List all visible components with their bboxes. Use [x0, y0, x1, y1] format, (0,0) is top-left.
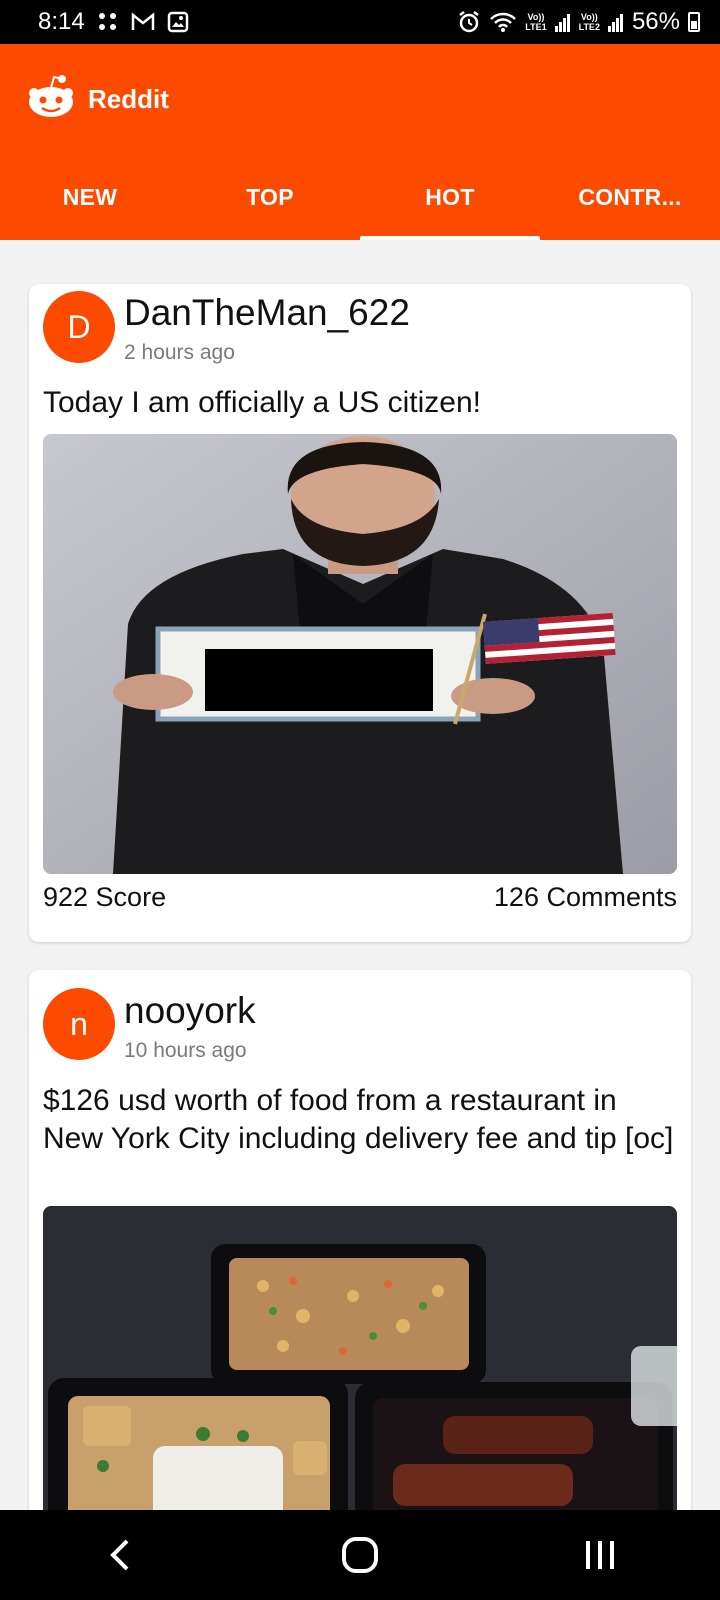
status-left: 8:14: [38, 8, 189, 36]
gmail-icon: [131, 12, 155, 32]
post-card[interactable]: n nooyork 10 hours ago $126 usd worth of…: [29, 970, 691, 1510]
tab-hot[interactable]: HOT: [360, 154, 540, 240]
system-nav-bar: [0, 1510, 720, 1600]
lte1-indicator: Vo)) LTE1: [525, 12, 546, 32]
volte-label: Vo)): [527, 12, 545, 22]
apps-notification-icon: [97, 11, 119, 33]
status-bar: 8:14 Vo)) LTE1 Vo)) LTE2 56%: [0, 0, 720, 44]
battery-icon: [688, 12, 700, 32]
reddit-logo-icon: [26, 74, 76, 125]
recents-icon: [586, 1541, 614, 1569]
post-feed[interactable]: D DanTheMan_622 2 hours ago Today I am o…: [0, 240, 720, 1510]
avatar[interactable]: n: [43, 988, 115, 1060]
brand: Reddit: [26, 74, 169, 125]
home-button[interactable]: [320, 1525, 400, 1585]
sort-tabs: NEW TOP HOT CONTR...: [0, 154, 720, 240]
wifi-icon: [489, 11, 517, 33]
lte2-label: LTE2: [578, 22, 600, 32]
post-card[interactable]: D DanTheMan_622 2 hours ago Today I am o…: [29, 284, 691, 942]
back-button[interactable]: [80, 1525, 160, 1585]
post-image[interactable]: [43, 434, 677, 874]
post-time: 10 hours ago: [124, 1039, 247, 1062]
app-title: Reddit: [88, 84, 169, 114]
app-bar: Reddit NEW TOP HOT CONTR...: [0, 44, 720, 240]
avatar[interactable]: D: [43, 291, 115, 363]
status-right: Vo)) LTE1 Vo)) LTE2 56%: [457, 8, 700, 36]
tab-controversial[interactable]: CONTR...: [540, 154, 720, 240]
status-time: 8:14: [38, 8, 85, 35]
home-icon: [342, 1537, 378, 1573]
tab-top[interactable]: TOP: [180, 154, 360, 240]
back-icon: [110, 1539, 129, 1571]
volte-label-2: Vo)): [580, 12, 598, 22]
post-score: 922 Score: [43, 882, 167, 912]
alarm-icon: [457, 10, 481, 34]
lte1-label: LTE1: [525, 22, 547, 32]
post-title[interactable]: Today I am officially a US citizen!: [43, 384, 677, 422]
battery-percent: 56%: [631, 8, 680, 35]
lte2-indicator: Vo)) LTE2: [579, 12, 600, 32]
post-title[interactable]: $126 usd worth of food from a restaurant…: [43, 1082, 677, 1158]
signal-icon-1: [554, 12, 571, 32]
post-footer: 922 Score 126 Comments: [43, 882, 677, 913]
recents-button[interactable]: [560, 1525, 640, 1585]
post-time: 2 hours ago: [124, 341, 235, 364]
post-comments[interactable]: 126 Comments: [494, 882, 677, 913]
post-username[interactable]: DanTheMan_622: [124, 292, 410, 334]
post-image[interactable]: [43, 1206, 677, 1510]
signal-icon-2: [607, 12, 624, 32]
post-username[interactable]: nooyork: [124, 990, 256, 1032]
gallery-icon: [167, 11, 189, 33]
tab-new[interactable]: NEW: [0, 154, 180, 240]
